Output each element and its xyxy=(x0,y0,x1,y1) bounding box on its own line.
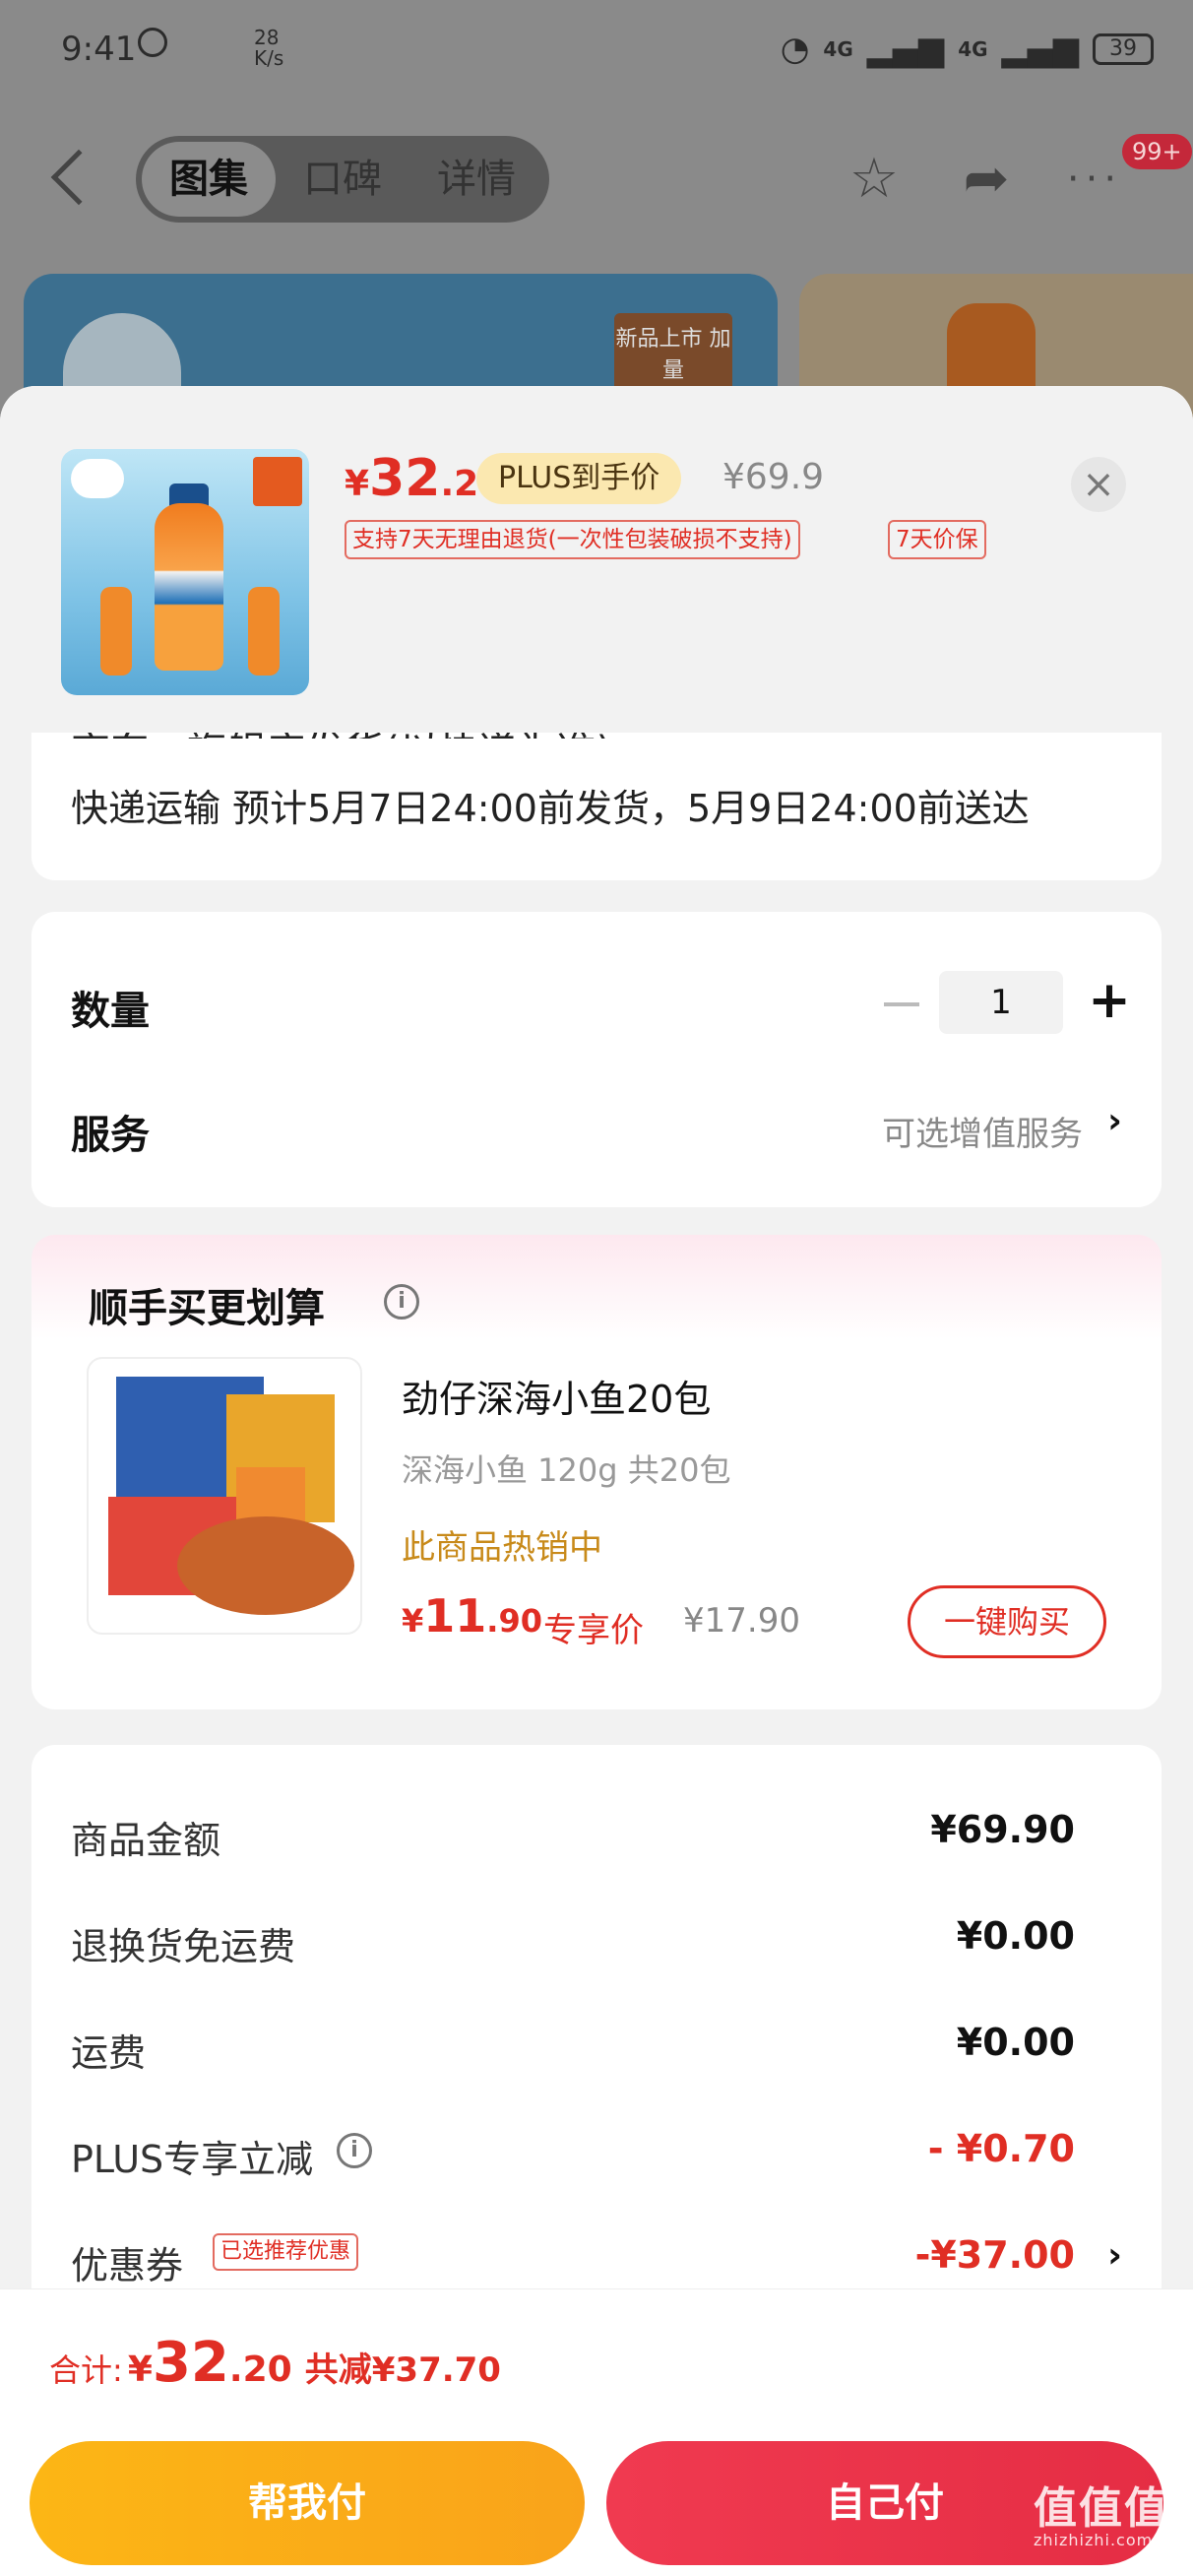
tab-gallery[interactable]: 图集 xyxy=(142,142,276,217)
upsell-spec: 深海小鱼 120g 共20包 xyxy=(402,1451,731,1489)
share-icon[interactable]: ➦ xyxy=(957,150,1016,209)
status-right: ◔ 4G ▂▄▆ 4G ▂▄▆ 39 xyxy=(781,30,1154,69)
quantity-service-card: 数量 1 + 服务 可选增值服务 › xyxy=(31,912,1162,1207)
delivery-estimate: 快递运输 预计5月7日24:00前发货，5月9日24:00前送达 xyxy=(71,787,1030,830)
new-tag-icon xyxy=(253,457,302,506)
summary-label-goods: 商品金额 xyxy=(71,1819,221,1862)
upsell-product-name[interactable]: 劲仔深海小鱼20包 xyxy=(402,1369,711,1423)
upsell-price: ¥11.90 xyxy=(402,1589,542,1642)
status-time: 9:41 xyxy=(61,30,137,69)
alarm-icon xyxy=(138,28,167,57)
page-tabs: 图集 口碑 详情 xyxy=(136,136,549,223)
side-bottle xyxy=(100,587,132,676)
summary-label-return-shipping: 退换货免运费 xyxy=(71,1925,296,1968)
service-label: 服务 xyxy=(71,1113,150,1158)
close-icon[interactable]: × xyxy=(1071,457,1126,512)
wifi-icon: ◔ xyxy=(780,30,810,69)
sheet-header: ¥32.2 PLUS到手价 ¥69.9 × 支持7天无理由退货(一次性包装破损不… xyxy=(0,386,1193,733)
price-symbol: ¥ xyxy=(345,464,370,504)
signal-2: 4G xyxy=(958,37,988,61)
price-symbol: ¥ xyxy=(402,1602,424,1640)
product-thumbnail xyxy=(61,449,309,695)
brand-logo xyxy=(71,459,124,498)
chevron-right-icon[interactable]: › xyxy=(1107,2235,1122,2276)
watermark-url: zhizhizhi.com xyxy=(1034,2531,1154,2549)
upsell-original-price: ¥17.90 xyxy=(683,1601,800,1641)
watermark-logo: 值值值 xyxy=(1034,2483,1169,2534)
summary-value-coupon[interactable]: -¥37.00 xyxy=(915,2233,1075,2277)
one-click-buy-button[interactable]: 一键购买 xyxy=(908,1585,1106,1658)
network-speed: 28 K/s xyxy=(254,28,283,69)
original-price: ¥69.9 xyxy=(722,457,825,497)
summary-value-plus-discount: - ¥0.70 xyxy=(927,2127,1075,2170)
summary-label-shipping: 运费 xyxy=(71,2031,147,2075)
upsell-product-image[interactable] xyxy=(87,1357,362,1635)
purchase-sheet: ¥32.2 PLUS到手价 ¥69.9 × 支持7天无理由退货(一次性包装破损不… xyxy=(0,386,1193,2576)
summary-label-coupon: 优惠券 xyxy=(71,2244,184,2287)
total-dec: .20 xyxy=(228,2350,292,2390)
background-product-page: 9:41 28 K/s ◔ 4G ▂▄▆ 4G ▂▄▆ 39 图集 口碑 详情 … xyxy=(0,0,1193,423)
info-icon[interactable]: i xyxy=(384,1284,419,1320)
side-bottle xyxy=(248,587,280,676)
total-amount: 合计: ¥32.20 共减¥37.70 xyxy=(49,2331,501,2395)
speed-unit: K/s xyxy=(254,46,284,70)
signal-1: 4G xyxy=(823,37,853,61)
service-value[interactable]: 可选增值服务 xyxy=(882,1107,1083,1155)
bottle-image xyxy=(155,503,223,671)
total-label: 合计: xyxy=(49,2351,123,2389)
fish-plate xyxy=(177,1516,354,1615)
star-icon[interactable]: ☆ xyxy=(845,150,904,209)
quantity-plus-button[interactable]: + xyxy=(1085,975,1134,1026)
quantity-minus-button[interactable] xyxy=(884,1002,919,1006)
summary-label-plus-discount: PLUS专享立减 xyxy=(71,2138,314,2181)
top-nav: 图集 口碑 详情 ☆ ➦ ··· 99+ xyxy=(0,128,1193,226)
signal-bars-icon-2: ▂▄▆ xyxy=(1001,30,1079,69)
status-bar: 9:41 28 K/s ◔ 4G ▂▄▆ 4G ▂▄▆ 39 xyxy=(0,0,1193,98)
more-icon[interactable]: ··· xyxy=(1065,150,1124,209)
price-protect-tag: 7天价保 xyxy=(888,520,986,559)
total-symbol: ¥ xyxy=(127,2350,153,2390)
chevron-right-icon[interactable]: › xyxy=(1107,1101,1122,1141)
help-me-pay-button[interactable]: 帮我付 xyxy=(30,2441,585,2565)
upsell-title: 顺手买更划算 xyxy=(89,1286,325,1331)
price-dec: .2 xyxy=(440,464,479,504)
signal-bars-icon: ▂▄▆ xyxy=(866,30,945,69)
tab-details[interactable]: 详情 xyxy=(409,142,543,217)
status-icons xyxy=(138,28,167,57)
summary-value-goods: ¥69.90 xyxy=(930,1808,1075,1851)
coupon-recommend-tag: 已选推荐优惠 xyxy=(213,2233,359,2271)
return-policy-tag: 支持7天无理由退货(一次性包装破损不支持) xyxy=(345,520,800,559)
quantity-input[interactable]: 1 xyxy=(939,971,1063,1034)
plus-price-tag: PLUS到手价 xyxy=(476,453,682,504)
info-icon[interactable]: i xyxy=(337,2133,372,2168)
checkout-footer: 合计: ¥32.20 共减¥37.70 帮我付 自己付 xyxy=(0,2288,1193,2576)
upsell-hot-label: 此商品热销中 xyxy=(402,1528,602,1568)
total-discount: 共减¥37.70 xyxy=(304,2351,501,2390)
message-badge: 99+ xyxy=(1122,134,1192,169)
exclusive-price-label: 专享价 xyxy=(543,1611,644,1650)
price-int: 11 xyxy=(423,1589,487,1642)
total-int: 32 xyxy=(152,2331,229,2395)
tab-reviews[interactable]: 口碑 xyxy=(276,142,409,217)
watermark: 值值值 zhizhizhi.com xyxy=(1034,2487,1169,2550)
back-icon[interactable] xyxy=(50,149,107,206)
battery-icon: 39 xyxy=(1093,33,1154,65)
price-dec: .90 xyxy=(486,1602,542,1640)
upsell-card: 顺手买更划算 i 劲仔深海小鱼20包 深海小鱼 120g 共20包 此商品热销中… xyxy=(31,1235,1162,1709)
price-int: 32 xyxy=(369,449,441,508)
plus-price: ¥32.2 xyxy=(345,449,478,508)
summary-value-shipping: ¥0.00 xyxy=(956,2021,1075,2064)
quantity-label: 数量 xyxy=(71,989,150,1034)
summary-value-return-shipping: ¥0.00 xyxy=(956,1914,1075,1958)
